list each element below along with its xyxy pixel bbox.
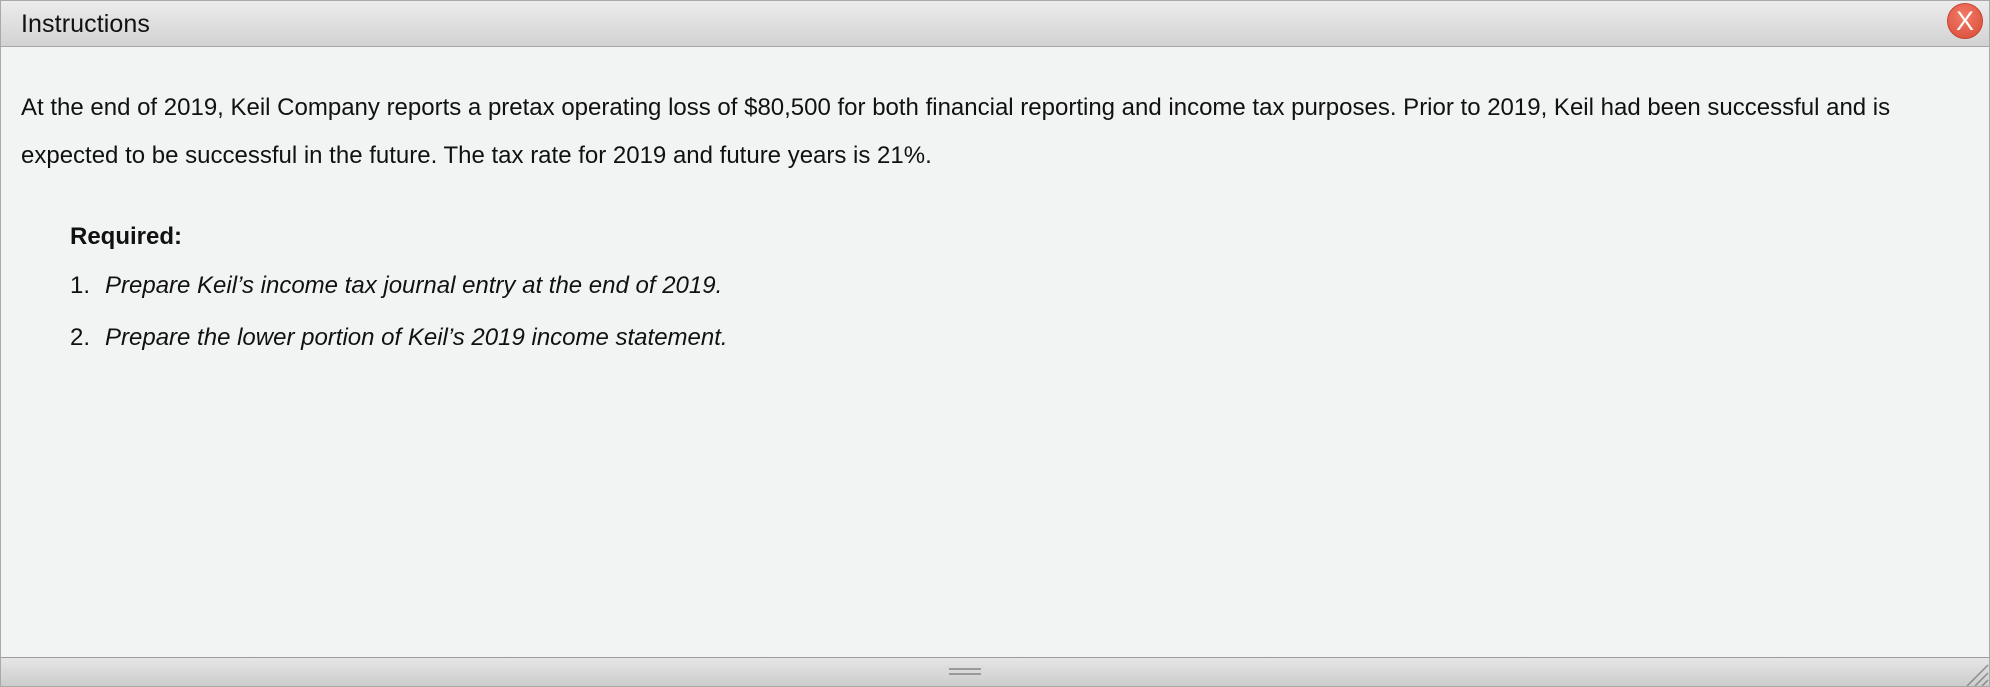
close-icon: X [1955,6,1974,36]
close-button[interactable]: X [1947,3,1983,39]
status-bar [1,657,1989,687]
title-bar[interactable]: Instructions X [1,1,1989,47]
dialog-title: Instructions [21,10,151,38]
instructions-content: At the end of 2019, Keil Company reports… [1,47,1989,657]
requirement-text: Prepare Keil’s income tax journal entry … [105,272,723,299]
requirement-number: 2. [70,324,91,351]
problem-statement: At the end of 2019, Keil Company reports… [21,94,1891,169]
requirement-number: 1. [70,272,91,299]
requirement-item: 1. Prepare Keil’s income tax journal entr… [70,272,722,300]
drag-grip-icon[interactable] [949,668,981,676]
instructions-dialog: Instructions X At the end of 2019, Keil … [0,0,1990,687]
requirement-item: 2. Prepare the lower portion of Keil’s 20… [70,324,728,352]
required-heading: Required: [70,223,183,250]
resize-corner-icon[interactable] [1961,659,1989,687]
requirement-text: Prepare the lower portion of Keil’s 2019… [105,324,728,351]
